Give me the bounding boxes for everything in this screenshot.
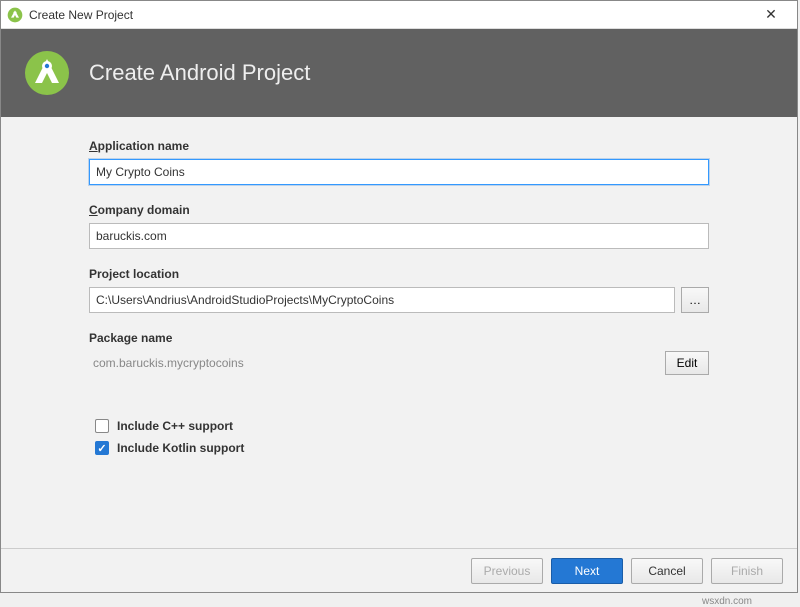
kotlin-checkbox[interactable]: ✓ [95, 441, 109, 455]
project-location-label: Project location [89, 267, 709, 281]
dialog-window: Create New Project ✕ Create Android Proj… [0, 0, 798, 593]
header-title: Create Android Project [89, 60, 310, 86]
application-name-group: Application name [89, 139, 709, 185]
close-icon: ✕ [765, 6, 777, 23]
titlebar: Create New Project ✕ [1, 1, 797, 29]
next-button[interactable]: Next [551, 558, 623, 584]
application-name-label: Application name [89, 139, 709, 153]
content-area: Application name Company domain Project … [1, 117, 797, 548]
cpp-label: Include C++ support [117, 419, 233, 433]
package-name-label: Package name [89, 331, 709, 345]
project-location-input[interactable] [89, 287, 675, 313]
cancel-button[interactable]: Cancel [631, 558, 703, 584]
package-name-group: Package name com.baruckis.mycryptocoins … [89, 331, 709, 375]
previous-button: Previous [471, 558, 543, 584]
finish-button: Finish [711, 558, 783, 584]
kotlin-label: Include Kotlin support [117, 441, 244, 455]
watermark: wsxdn.com [702, 596, 752, 607]
cpp-support-row[interactable]: Include C++ support [95, 419, 709, 433]
kotlin-support-row[interactable]: ✓ Include Kotlin support [95, 441, 709, 455]
android-studio-icon [7, 7, 23, 23]
company-domain-input[interactable] [89, 223, 709, 249]
company-domain-label: Company domain [89, 203, 709, 217]
header-banner: Create Android Project [1, 29, 797, 117]
cpp-checkbox[interactable] [95, 419, 109, 433]
browse-button[interactable]: … [681, 287, 709, 313]
package-name-value: com.baruckis.mycryptocoins [89, 354, 248, 372]
edit-package-button[interactable]: Edit [665, 351, 709, 375]
window-title: Create New Project [29, 8, 751, 22]
close-button[interactable]: ✕ [751, 3, 791, 27]
android-studio-logo-icon [23, 49, 71, 97]
project-location-group: Project location … [89, 267, 709, 313]
footer: Previous Next Cancel Finish [1, 548, 797, 592]
application-name-input[interactable] [89, 159, 709, 185]
company-domain-group: Company domain [89, 203, 709, 249]
